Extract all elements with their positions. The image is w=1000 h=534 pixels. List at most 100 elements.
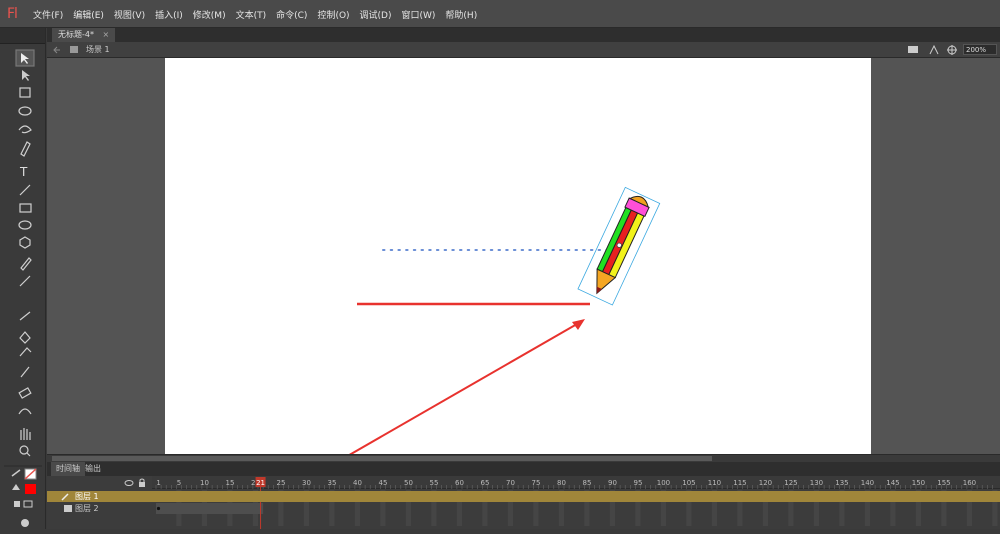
tool-icons: T	[4, 49, 42, 527]
frame-number: 140	[861, 479, 874, 487]
frame-number: 1	[156, 479, 160, 487]
tools-panel: T	[0, 28, 46, 529]
menu-item[interactable]: 修改(M)	[193, 8, 226, 21]
scene-label: 场景 1	[86, 45, 110, 54]
stage[interactable]	[165, 58, 871, 454]
frame-number: 130	[810, 479, 823, 487]
menu: 文件(F) 编辑(E) 视图(V) 插入(I) 修改(M) 文本(T) 命令(C) 控制(O)…	[33, 8, 487, 21]
width-tool-icon	[18, 408, 32, 415]
frame-number: 100	[657, 479, 670, 487]
snap-icon	[21, 519, 29, 527]
brush-icon	[19, 275, 31, 287]
tools-panel-header	[0, 28, 45, 44]
frame-number: 25	[276, 479, 285, 487]
frame-number: 90	[608, 479, 617, 487]
3d-rotation-icon	[18, 106, 32, 116]
fill-color-icon	[12, 484, 20, 490]
frame-number: 80	[557, 479, 566, 487]
app-logo: Fl	[7, 6, 18, 22]
frame-number: 120	[759, 479, 772, 487]
pencil-tool-icon	[20, 257, 32, 271]
lock-icon	[139, 482, 145, 487]
frame-number: 75	[531, 479, 540, 487]
frame-number: 5	[177, 479, 181, 487]
frame-number: 150	[912, 479, 925, 487]
stroke-color-icon	[11, 469, 21, 477]
playhead-frame: 21	[256, 479, 265, 487]
tab-output[interactable]: 输出	[80, 462, 106, 476]
panel-tabs: 时间轴 输出	[47, 462, 1000, 476]
frame-number: 60	[455, 479, 464, 487]
menu-item[interactable]: 窗口(W)	[402, 8, 436, 21]
scrollbar-thumb[interactable]	[52, 456, 712, 461]
frame-number: 145	[886, 479, 899, 487]
subselection-icon	[22, 70, 30, 81]
menu-item[interactable]: 文件(F)	[33, 8, 63, 21]
layer-header-icons	[124, 478, 145, 487]
frame-number: 105	[682, 479, 695, 487]
frame-number: 125	[784, 479, 797, 487]
menu-bar: Fl 文件(F) 编辑(E) 视图(V) 插入(I) 修改(M) 文本(T) 命令(C) 控制…	[0, 0, 1000, 28]
eyedropper-icon	[20, 366, 30, 378]
menu-item[interactable]: 编辑(E)	[73, 8, 104, 21]
frame-number: 40	[353, 479, 362, 487]
fill-color-swatch	[25, 484, 36, 494]
edit-bar: 场景 1 200%	[47, 42, 1000, 58]
pen-icon	[20, 141, 31, 157]
polystar-icon	[19, 236, 31, 249]
frame-number: 160	[963, 479, 976, 487]
frame-number: 10	[200, 479, 209, 487]
ink-bottle-icon	[19, 347, 32, 357]
frame-number: 115	[733, 479, 746, 487]
menu-item[interactable]: 视图(V)	[114, 8, 145, 21]
stage-horizontal-scrollbar[interactable]	[47, 454, 1000, 462]
document-tab-label: 无标题-4*	[58, 30, 94, 39]
hand-icon	[20, 428, 31, 440]
zoom-field[interactable]: 200%	[963, 44, 997, 55]
timeline-panel: 1 5 10 15 20 25 30 35 40 45 50 55 60 65 70 75 80 85 90 95 10…	[47, 476, 1000, 529]
layer-name: 图层 2	[75, 504, 99, 513]
menu-item[interactable]: 帮助(H)	[445, 8, 477, 21]
frame-number: 30	[302, 479, 311, 487]
frame-number: 55	[429, 479, 438, 487]
eraser-icon	[18, 387, 32, 399]
back-arrow-icon[interactable]	[51, 42, 81, 58]
lasso-icon	[18, 125, 32, 134]
show-hide-icon	[124, 480, 134, 486]
text-tool-icon: T	[19, 165, 28, 179]
frame-number: 35	[327, 479, 336, 487]
frame-number: 50	[404, 479, 413, 487]
rectangle-tool-icon	[19, 203, 32, 213]
menu-item[interactable]: 调试(D)	[360, 8, 392, 21]
free-transform-icon	[19, 87, 31, 98]
layer-name: 图层 1	[75, 492, 99, 501]
frame-number: 65	[480, 479, 489, 487]
oval-tool-icon	[18, 220, 32, 230]
edit-bar-icons	[908, 44, 957, 55]
close-icon[interactable]: ×	[103, 30, 110, 39]
frame-number: 155	[937, 479, 950, 487]
frame-number: 85	[582, 479, 591, 487]
frame-number: 15	[225, 479, 234, 487]
swap-colors-icon	[14, 501, 20, 507]
document-tab[interactable]: 无标题-4* ×	[52, 28, 116, 42]
edit-symbol-icon	[929, 44, 939, 55]
stage-area	[47, 58, 1000, 454]
menu-item[interactable]: 控制(O)	[317, 8, 349, 21]
menu-item[interactable]: 插入(I)	[155, 8, 183, 21]
frame-number: 110	[708, 479, 721, 487]
layer-row[interactable]: 图层 2	[47, 503, 1000, 514]
frame-number: 95	[633, 479, 642, 487]
frame-number: 135	[835, 479, 848, 487]
layer-row[interactable]: 图层 1	[47, 491, 1000, 502]
bone-icon	[19, 311, 31, 321]
edit-scene-icon	[908, 46, 918, 53]
document-tabs: 无标题-4* ×	[47, 28, 1000, 42]
zoom-icon	[19, 445, 29, 455]
menu-item[interactable]: 文本(T)	[236, 8, 267, 21]
menu-item[interactable]: 命令(C)	[276, 8, 307, 21]
line-tool-icon	[19, 184, 31, 196]
frame-number: 45	[378, 479, 387, 487]
paint-bucket-icon	[19, 331, 31, 344]
frame-number: 70	[506, 479, 515, 487]
